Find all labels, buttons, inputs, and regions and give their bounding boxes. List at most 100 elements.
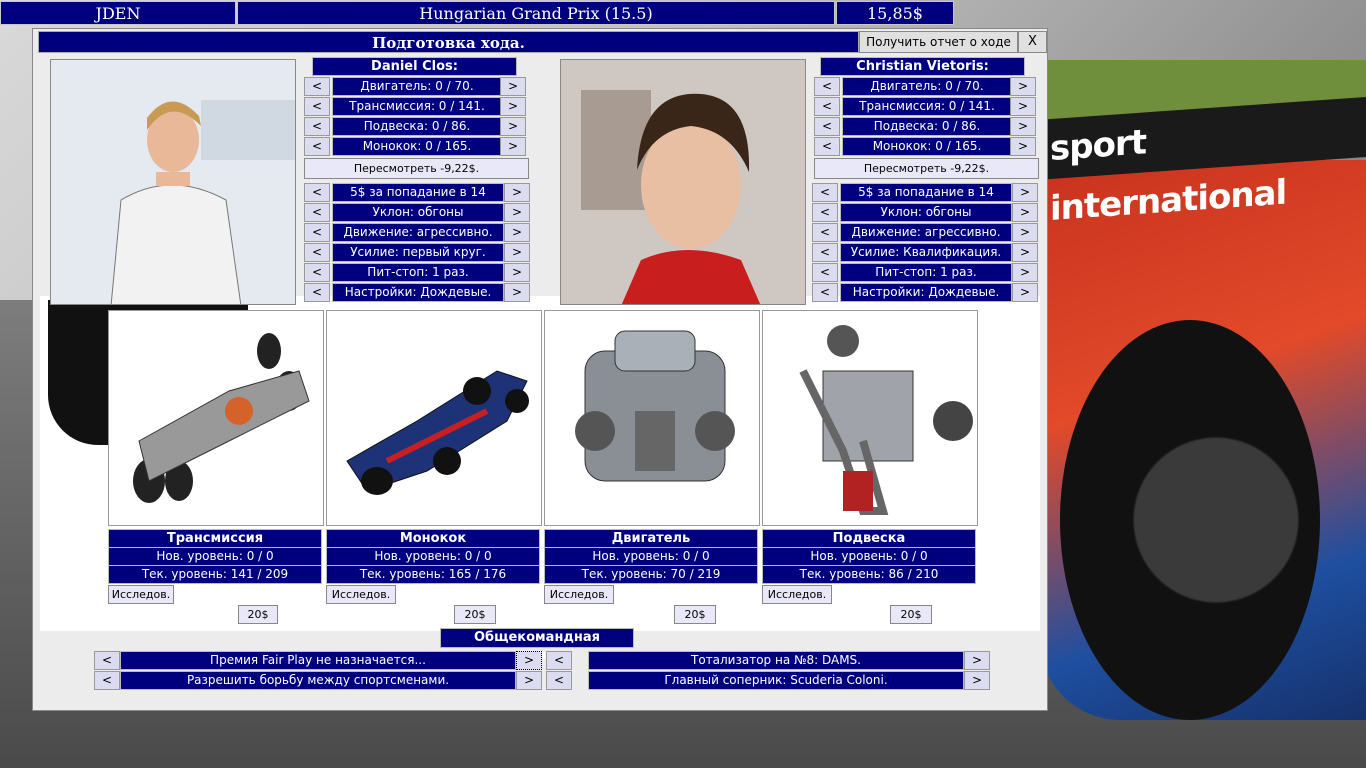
driver-1-suspension-value: Подвеска: 0 / 86.: [332, 117, 502, 136]
driver-1-driving-increase[interactable]: >: [504, 223, 530, 242]
driver-2-transmission-value: Трансмиссия: 0 / 141.: [842, 97, 1012, 116]
driver-1-effort-increase[interactable]: >: [504, 243, 530, 262]
rival-increase[interactable]: >: [964, 671, 990, 690]
driver-1-review-button[interactable]: Пересмотреть -9,22$.: [304, 158, 529, 179]
driver-1-driving-value: Движение: агрессивно.: [332, 223, 504, 242]
money-cell: 15,85$: [836, 1, 954, 25]
transmission-price-button[interactable]: 20$: [238, 605, 278, 624]
fair-play-increase[interactable]: >: [516, 651, 542, 670]
driver-1-suspension-decrease[interactable]: <: [304, 117, 330, 136]
suspension-title: Подвеска: [762, 529, 976, 548]
driver-1-bias-increase[interactable]: >: [504, 203, 530, 222]
driver-1-target-decrease[interactable]: <: [304, 183, 330, 202]
window-title: Подготовка хода.: [38, 31, 859, 53]
driver-2-transmission-increase[interactable]: >: [1010, 97, 1036, 116]
driver-2-driving-increase[interactable]: >: [1012, 223, 1038, 242]
driver-2-name: Christian Vietoris:: [820, 57, 1025, 76]
transmission-research-button[interactable]: Исследов.: [108, 585, 174, 604]
team-fight-decrease[interactable]: <: [94, 671, 120, 690]
driver-1-monocoque-increase[interactable]: >: [500, 137, 526, 156]
driver-2-setup-increase[interactable]: >: [1012, 283, 1038, 302]
suspension-current-level: Тек. уровень: 86 / 210: [762, 565, 976, 584]
driver-2-target-decrease[interactable]: <: [812, 183, 838, 202]
engine-research-button[interactable]: Исследов.: [544, 585, 614, 604]
fair-play-decrease[interactable]: <: [94, 651, 120, 670]
driver-1-photo: [50, 59, 296, 305]
monocoque-new-level: Нов. уровень: 0 / 0: [326, 547, 540, 566]
driver-2-suspension-decrease[interactable]: <: [814, 117, 840, 136]
driver-2-effort-decrease[interactable]: <: [812, 243, 838, 262]
driver-2-setup-decrease[interactable]: <: [812, 283, 838, 302]
suspension-price-button[interactable]: 20$: [890, 605, 932, 624]
driver-1-transmission-decrease[interactable]: <: [304, 97, 330, 116]
driver-1-name: Daniel Clos:: [312, 57, 517, 76]
driver-2-review-button[interactable]: Пересмотреть -9,22$.: [814, 158, 1039, 179]
driver-1-driving-decrease[interactable]: <: [304, 223, 330, 242]
driver-2-target-increase[interactable]: >: [1012, 183, 1038, 202]
driver-1-pitstop-decrease[interactable]: <: [304, 263, 330, 282]
driver-1-monocoque-decrease[interactable]: <: [304, 137, 330, 156]
monocoque-price-button[interactable]: 20$: [454, 605, 496, 624]
betting-decrease[interactable]: <: [546, 651, 572, 670]
driver-2-effort-value: Усилие: Квалификация.: [840, 243, 1012, 262]
betting-value: Тотализатор на №8: DAMS.: [588, 651, 964, 670]
engine-title: Двигатель: [544, 529, 758, 548]
rival-decrease[interactable]: <: [546, 671, 572, 690]
driver-1-bias-decrease[interactable]: <: [304, 203, 330, 222]
driver-1-target-increase[interactable]: >: [504, 183, 530, 202]
driver-2-bias-value: Уклон: обгоны: [840, 203, 1012, 222]
driver-2-engine-value: Двигатель: 0 / 70.: [842, 77, 1012, 96]
driver-2-driving-decrease[interactable]: <: [812, 223, 838, 242]
fair-play-value: Премия Fair Play не назначается...: [120, 651, 516, 670]
transmission-title: Трансмиссия: [108, 529, 322, 548]
engine-new-level: Нов. уровень: 0 / 0: [544, 547, 758, 566]
driver-1-effort-value: Усилие: первый круг.: [332, 243, 504, 262]
driver-2-suspension-value: Подвеска: 0 / 86.: [842, 117, 1012, 136]
driver-2-bias-decrease[interactable]: <: [812, 203, 838, 222]
driver-1-transmission-increase[interactable]: >: [500, 97, 526, 116]
driver-2-target-value: 5$ за попадание в 14: [840, 183, 1012, 202]
driver-1-pitstop-value: Пит-стоп: 1 раз.: [332, 263, 504, 282]
close-button[interactable]: X: [1018, 31, 1047, 53]
driver-2-pitstop-decrease[interactable]: <: [812, 263, 838, 282]
engine-price-button[interactable]: 20$: [674, 605, 716, 624]
driver-1-effort-decrease[interactable]: <: [304, 243, 330, 262]
driver-2-effort-increase[interactable]: >: [1012, 243, 1038, 262]
driver-2-monocoque-decrease[interactable]: <: [814, 137, 840, 156]
driver-2-engine-decrease[interactable]: <: [814, 77, 840, 96]
driver-2-monocoque-increase[interactable]: >: [1010, 137, 1036, 156]
background-car-wheel: [1060, 320, 1320, 720]
monocoque-research-button[interactable]: Исследов.: [326, 585, 396, 604]
transmission-current-level: Тек. уровень: 141 / 209: [108, 565, 322, 584]
driver-2-bias-increase[interactable]: >: [1012, 203, 1038, 222]
driver-2-engine-increase[interactable]: >: [1010, 77, 1036, 96]
transmission-image: [108, 310, 324, 526]
betting-increase[interactable]: >: [964, 651, 990, 670]
driver-1-suspension-increase[interactable]: >: [500, 117, 526, 136]
driver-2-driving-value: Движение: агрессивно.: [840, 223, 1012, 242]
driver-2-suspension-increase[interactable]: >: [1010, 117, 1036, 136]
team-fight-increase[interactable]: >: [516, 671, 542, 690]
driver-2-monocoque-value: Монокок: 0 / 165.: [842, 137, 1012, 156]
driver-2-transmission-decrease[interactable]: <: [814, 97, 840, 116]
engine-current-level: Тек. уровень: 70 / 219: [544, 565, 758, 584]
rival-value: Главный соперник: Scuderia Coloni.: [588, 671, 964, 690]
monocoque-title: Монокок: [326, 529, 540, 548]
suspension-research-button[interactable]: Исследов.: [762, 585, 832, 604]
driver-2-setup-value: Настройки: Дождевые.: [840, 283, 1012, 302]
get-turn-report-button[interactable]: Получить отчет о ходе: [859, 31, 1018, 53]
engine-image: [544, 310, 760, 526]
team-fight-value: Разрешить борьбу между спортсменами.: [120, 671, 516, 690]
driver-2-pitstop-value: Пит-стоп: 1 раз.: [840, 263, 1012, 282]
transmission-new-level: Нов. уровень: 0 / 0: [108, 547, 322, 566]
driver-1-setup-value: Настройки: Дождевые.: [332, 283, 504, 302]
driver-1-engine-decrease[interactable]: <: [304, 77, 330, 96]
driver-1-setup-increase[interactable]: >: [504, 283, 530, 302]
driver-1-transmission-value: Трансмиссия: 0 / 141.: [332, 97, 502, 116]
team-tactics-title: Общекомандная тактика:: [440, 628, 634, 663]
driver-1-pitstop-increase[interactable]: >: [504, 263, 530, 282]
driver-1-target-value: 5$ за попадание в 14: [332, 183, 504, 202]
driver-1-setup-decrease[interactable]: <: [304, 283, 330, 302]
driver-2-pitstop-increase[interactable]: >: [1012, 263, 1038, 282]
driver-1-engine-increase[interactable]: >: [500, 77, 526, 96]
